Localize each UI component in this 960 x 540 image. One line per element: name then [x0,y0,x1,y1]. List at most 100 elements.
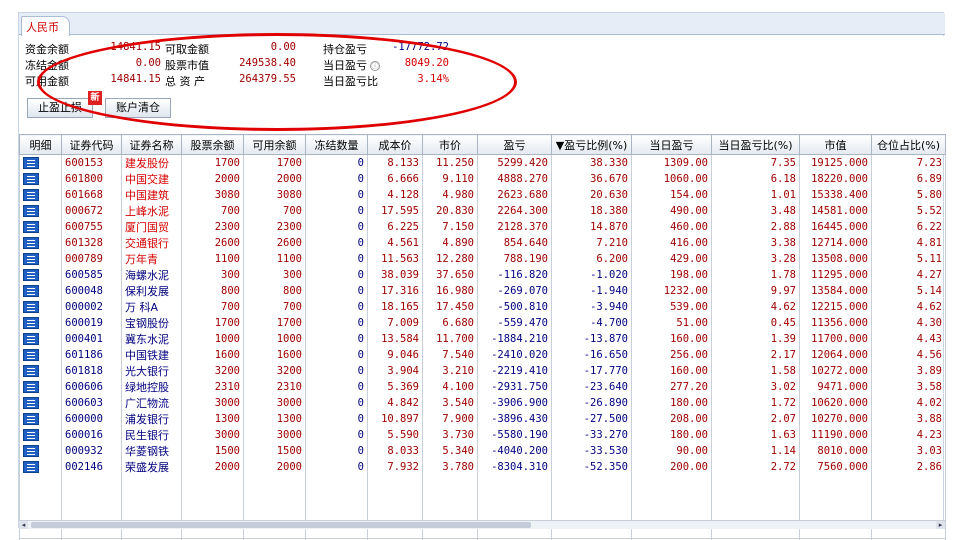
cell-pct: -13.870 [551,331,632,347]
table-row[interactable]: 601186 中国铁建 1600 1600 0 9.046 7.540 -2410.020 -1… [19,347,946,363]
header-col-code[interactable]: 证券代码 [61,134,122,155]
detail-cell[interactable] [19,187,62,203]
detail-icon[interactable] [23,317,39,329]
detail-icon[interactable] [23,461,39,473]
header-col-name[interactable]: 证券名称 [121,134,182,155]
table-row[interactable]: 601800 中国交建 2000 2000 0 6.666 9.110 4888.270 36.… [19,171,946,187]
cell-avail: 3200 [243,363,306,379]
detail-icon[interactable] [23,301,39,313]
table-row[interactable]: 600019 宝钢股份 1700 1700 0 7.009 6.680 -559.470 -4.… [19,315,946,331]
detail-icon[interactable] [23,173,39,185]
header-col-market-value[interactable]: 市值 [799,134,872,155]
clear-account-button[interactable]: 账户清仓 [105,98,171,118]
detail-cell[interactable] [19,363,62,379]
table-row[interactable]: 600000 浦发银行 1300 1300 0 10.897 7.900 -3896.430-… [19,411,946,427]
detail-icon[interactable] [23,365,39,377]
detail-icon[interactable] [23,189,39,201]
detail-icon[interactable] [23,381,39,393]
detail-cell[interactable] [19,395,62,411]
header-col-cost[interactable]: 成本价 [367,134,423,155]
info-icon[interactable]: ⓘ [370,61,380,71]
cell-pnl: -1884.210 [477,331,552,347]
detail-icon[interactable] [23,237,39,249]
cell-bal: 1700 [181,154,244,171]
header-col-pnl-ratio[interactable]: ▼盈亏比例(%) [551,134,632,155]
cell-cost: 11.563 [367,251,423,267]
detail-cell[interactable] [19,459,62,475]
detail-icon[interactable] [23,221,39,233]
detail-icon[interactable] [23,429,39,441]
table-row[interactable]: 600606 绿地控股 2310 2310 0 5.369 4.100 -2931.750 -2… [19,379,946,395]
scroll-right-icon[interactable]: ▸ [936,521,945,529]
header-col-day-pnl-ratio[interactable]: 当日盈亏比(%) [711,134,800,155]
cell-pnl: 788.190 [477,251,552,267]
detail-cell[interactable] [19,171,62,187]
table-row[interactable]: 000789 万年青 1100 1100 0 11.563 12.280 788.190 6.2… [19,251,946,267]
detail-icon[interactable] [23,333,39,345]
detail-cell[interactable] [19,443,62,459]
cell-price: 3.780 [422,459,478,475]
horizontal-scrollbar[interactable]: ◂ ▸ [19,520,945,529]
cell-mv: 7560.000 [799,459,872,475]
header-col-day-pnl[interactable]: 当日盈亏 [631,134,712,155]
detail-cell[interactable] [19,411,62,427]
detail-cell[interactable] [19,427,62,443]
detail-cell[interactable] [19,219,62,235]
cell-cost: 9.046 [367,347,423,363]
table-row[interactable]: 000932 华菱钢铁 1500 1500 0 8.033 5.340 -4040.200 -3… [19,443,946,459]
table-row[interactable]: 600755 厦门国贸 2300 2300 0 6.225 7.150 2128.370 14.… [19,219,946,235]
detail-icon[interactable] [23,253,39,265]
header-col-detail[interactable]: 明细 [19,134,62,155]
detail-icon[interactable] [23,205,39,217]
header-col-position-ratio[interactable]: 仓位占比(%) [871,134,946,155]
cell-price: 5.340 [422,443,478,459]
cell-pct: 20.630 [551,187,632,203]
cell-dayp: 1.14 [711,443,800,459]
cell-frozen: 0 [305,331,368,347]
header-col-available[interactable]: 可用余额 [243,134,306,155]
detail-cell[interactable] [19,235,62,251]
detail-cell[interactable] [19,154,62,171]
table-row[interactable]: 000672 上峰水泥 700 700 0 17.595 20.830 2264.300 18.… [19,203,946,219]
table-row[interactable]: 600048 保利发展 800 800 0 17.316 16.980 -269.070 -1.… [19,283,946,299]
detail-cell[interactable] [19,379,62,395]
table-row[interactable]: 600603 广汇物流 3000 3000 0 4.842 3.540 -3906.900 -2… [19,395,946,411]
detail-cell[interactable] [19,267,62,283]
table-row[interactable]: 601818 光大银行 3200 3200 0 3.904 3.210 -2219.410 -1… [19,363,946,379]
detail-icon[interactable] [23,157,39,169]
detail-cell[interactable] [19,315,62,331]
detail-icon[interactable] [23,285,39,297]
header-col-pnl[interactable]: 盈亏 [477,134,552,155]
cell-pnl: -4040.200 [477,443,552,459]
detail-cell[interactable] [19,331,62,347]
detail-icon[interactable] [23,397,39,409]
detail-icon[interactable] [23,269,39,281]
table-row[interactable]: 000002 万 科A 700 700 0 18.165 17.450 -500.810 -3.… [19,299,946,315]
detail-cell[interactable] [19,347,62,363]
stop-profit-loss-button[interactable]: 止盈止损 [27,98,93,118]
detail-icon[interactable] [23,413,39,425]
table-row[interactable]: 601668 中国建筑 3080 3080 0 4.128 4.980 2623.680 20.… [19,187,946,203]
tab-rmb[interactable]: 人民币 [21,16,70,36]
cell-pos: 4.56 [871,347,946,363]
table-row[interactable]: 601328 交通银行 2600 2600 0 4.561 4.890 854.640 7.21… [19,235,946,251]
table-row[interactable]: 600016 民生银行 3000 3000 0 5.590 3.730 -5580.190 -3… [19,427,946,443]
detail-cell[interactable] [19,203,62,219]
table-row[interactable]: 000401 冀东水泥 1000 1000 0 13.584 11.700 -1884.210… [19,331,946,347]
cell-frozen: 0 [305,171,368,187]
table-row[interactable]: 600585 海螺水泥 300 300 0 38.039 37.650 -116.820 -1.… [19,267,946,283]
detail-cell[interactable] [19,283,62,299]
table-row[interactable]: 600153 建发股份 1700 1700 0 8.133 11.250 5299.420 38… [19,154,946,171]
scroll-left-icon[interactable]: ◂ [19,521,28,529]
table-row[interactable]: 002146 荣盛发展 2000 2000 0 7.932 3.780 -8304.310 -5… [19,459,946,475]
header-col-balance[interactable]: 股票余额 [181,134,244,155]
detail-icon[interactable] [23,445,39,457]
scroll-thumb[interactable] [31,522,531,528]
header-col-price[interactable]: 市价 [422,134,478,155]
detail-cell[interactable] [19,251,62,267]
detail-icon[interactable] [23,349,39,361]
cell-pct: -4.700 [551,315,632,331]
cell-price: 3.210 [422,363,478,379]
header-col-frozen[interactable]: 冻结数量 [305,134,368,155]
detail-cell[interactable] [19,299,62,315]
